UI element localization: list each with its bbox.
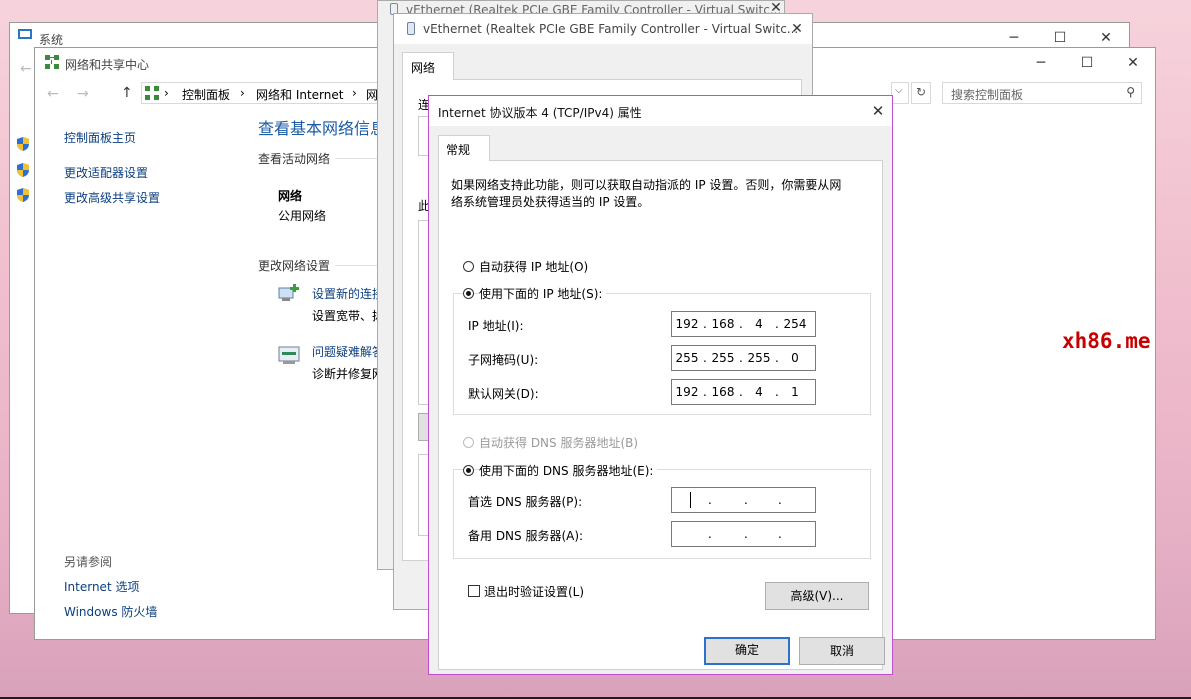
preferred-dns-field[interactable]: . . . — [671, 487, 816, 513]
search-placeholder: 搜索控制面板 — [951, 88, 1024, 102]
sidebar-advanced-sharing-link[interactable]: 更改高级共享设置 — [64, 189, 160, 206]
network-icon — [45, 55, 59, 69]
auto-dns-label[interactable]: 自动获得 DNS 服务器地址(B) — [479, 434, 638, 451]
ok-button[interactable]: 确定 — [704, 637, 790, 665]
windows-firewall-link[interactable]: Windows 防火墙 — [64, 603, 157, 620]
back-arrow-icon[interactable]: ← — [47, 86, 59, 102]
gateway-octet: 168 — [711, 385, 735, 399]
manual-dns-label[interactable]: 使用下面的 DNS 服务器地址(E): — [479, 462, 658, 479]
ip-octet: 192 — [675, 317, 699, 331]
troubleshoot-link[interactable]: 问题疑难解答 — [312, 343, 384, 360]
back-arrow-icon[interactable]: ← — [20, 61, 32, 77]
troubleshoot-desc: 诊断并修复网 — [312, 367, 385, 381]
auto-ip-radio[interactable] — [463, 261, 474, 272]
gateway-octet: 4 — [755, 385, 763, 399]
breadcrumb-sep-icon: › — [352, 86, 357, 100]
gateway-octet: 192 — [675, 385, 699, 399]
manual-ip-label[interactable]: 使用下面的 IP 地址(S): — [479, 285, 607, 302]
alternate-dns-field[interactable]: . . . — [671, 521, 816, 547]
advanced-button[interactable]: 高级(V)... — [765, 582, 869, 610]
ipv4-titlebar[interactable]: Internet 协议版本 4 (TCP/IPv4) 属性 ✕ — [429, 96, 892, 126]
mask-octet: 255 — [711, 351, 735, 365]
up-arrow-icon[interactable]: ↑ — [121, 85, 133, 101]
veth-titlebar[interactable]: vEthernet (Realtek PCIe GBE Family Contr… — [394, 14, 812, 44]
close-button[interactable]: ✕ — [864, 96, 892, 126]
sidebar-home-link[interactable]: 控制面板主页 — [64, 129, 136, 146]
active-networks-heading: 查看活动网络 — [258, 152, 331, 166]
address-dropdown[interactable]: ⌵ — [891, 82, 909, 104]
breadcrumb-sep-icon: › — [240, 86, 245, 100]
validate-label[interactable]: 退出时验证设置(L) — [484, 583, 584, 600]
breadcrumb-sep-icon: › — [164, 86, 169, 100]
tab-general[interactable]: 常规 — [438, 135, 490, 161]
mask-octet: 255 — [675, 351, 699, 365]
network-icon — [145, 86, 159, 100]
default-gateway-label: 默认网关(D): — [468, 387, 539, 401]
new-connection-icon — [278, 282, 302, 304]
computer-icon — [18, 29, 32, 39]
network-type: 公用网络 — [278, 209, 327, 223]
search-icon: ⚲ — [1126, 85, 1135, 99]
default-gateway-field[interactable]: 192 . 168 . 4 . 1 — [671, 379, 816, 405]
watermark: xh86.me — [1062, 329, 1151, 353]
setup-connection-desc: 设置宽带、拨 — [312, 309, 385, 323]
system-title: 系统 — [39, 33, 64, 47]
refresh-button[interactable]: ↻ — [911, 82, 931, 104]
ip-octet: 168 — [711, 317, 735, 331]
search-box[interactable]: 搜索控制面板 ⚲ — [942, 82, 1142, 104]
internet-options-link[interactable]: Internet 选项 — [64, 578, 139, 595]
ipv4-title: Internet 协议版本 4 (TCP/IPv4) 属性 — [438, 106, 642, 120]
shield-icon — [17, 137, 29, 151]
tab-network[interactable]: 网络 — [402, 52, 454, 80]
breadcrumb-item[interactable]: 控制面板 — [182, 86, 230, 103]
preferred-dns-label: 首选 DNS 服务器(P): — [468, 495, 583, 509]
auto-ip-label[interactable]: 自动获得 IP 地址(O) — [479, 258, 588, 275]
mask-octet: 255 — [747, 351, 771, 365]
auto-dns-radio[interactable] — [463, 437, 474, 448]
subnet-mask-field[interactable]: 255 . 255 . 255 . 0 — [671, 345, 816, 371]
maximize-button[interactable]: ☐ — [1064, 48, 1110, 78]
shield-icon — [17, 163, 29, 177]
setup-connection-link[interactable]: 设置新的连接 — [312, 285, 384, 302]
validate-checkbox[interactable] — [468, 585, 480, 597]
breadcrumb-item[interactable]: 网络和 Internet — [256, 86, 343, 103]
nsc-title: 网络和共享中心 — [65, 58, 150, 72]
ip-address-field[interactable]: 192 . 168 . 4 . 254 — [671, 311, 816, 337]
manual-ip-radio[interactable] — [463, 288, 474, 299]
page-title: 查看基本网络信息 — [258, 119, 387, 138]
text-cursor — [690, 492, 691, 508]
alternate-dns-label: 备用 DNS 服务器(A): — [468, 529, 584, 543]
see-also-heading: 另请参阅 — [64, 555, 113, 569]
network-adapter-icon — [407, 22, 415, 35]
mask-octet: 0 — [791, 351, 799, 365]
shield-icon — [17, 188, 29, 202]
gateway-octet: 1 — [791, 385, 799, 399]
tab-general-label: 常规 — [446, 143, 471, 157]
ipv4-description: 如果网络支持此功能，则可以获取自动指派的 IP 设置。否则，你需要从网络系统管理… — [451, 178, 842, 209]
change-settings-heading: 更改网络设置 — [258, 259, 331, 273]
manual-dns-radio[interactable] — [463, 465, 474, 476]
subnet-mask-label: 子网掩码(U): — [468, 353, 539, 367]
troubleshoot-icon — [278, 344, 302, 366]
ipv4-properties-dialog: Internet 协议版本 4 (TCP/IPv4) 属性 ✕ 常规 如果网络支… — [428, 95, 893, 675]
close-button[interactable]: ✕ — [782, 14, 812, 44]
cancel-button[interactable]: 取消 — [799, 637, 885, 665]
minimize-button[interactable]: ─ — [1018, 48, 1064, 78]
network-name: 网络 — [278, 189, 303, 203]
ip-octet: 4 — [755, 317, 763, 331]
forward-arrow-icon[interactable]: → — [77, 86, 89, 102]
ipv4-general-panel: 如果网络支持此功能，则可以获取自动指派的 IP 设置。否则，你需要从网络系统管理… — [438, 160, 883, 670]
sidebar-adapter-settings-link[interactable]: 更改适配器设置 — [64, 164, 148, 181]
veth-title: vEthernet (Realtek PCIe GBE Family Contr… — [423, 22, 799, 36]
ip-address-label: IP 地址(I): — [468, 319, 524, 333]
tab-network-label: 网络 — [411, 61, 436, 75]
close-button[interactable]: ✕ — [1110, 48, 1156, 78]
ip-octet: 254 — [783, 317, 807, 331]
